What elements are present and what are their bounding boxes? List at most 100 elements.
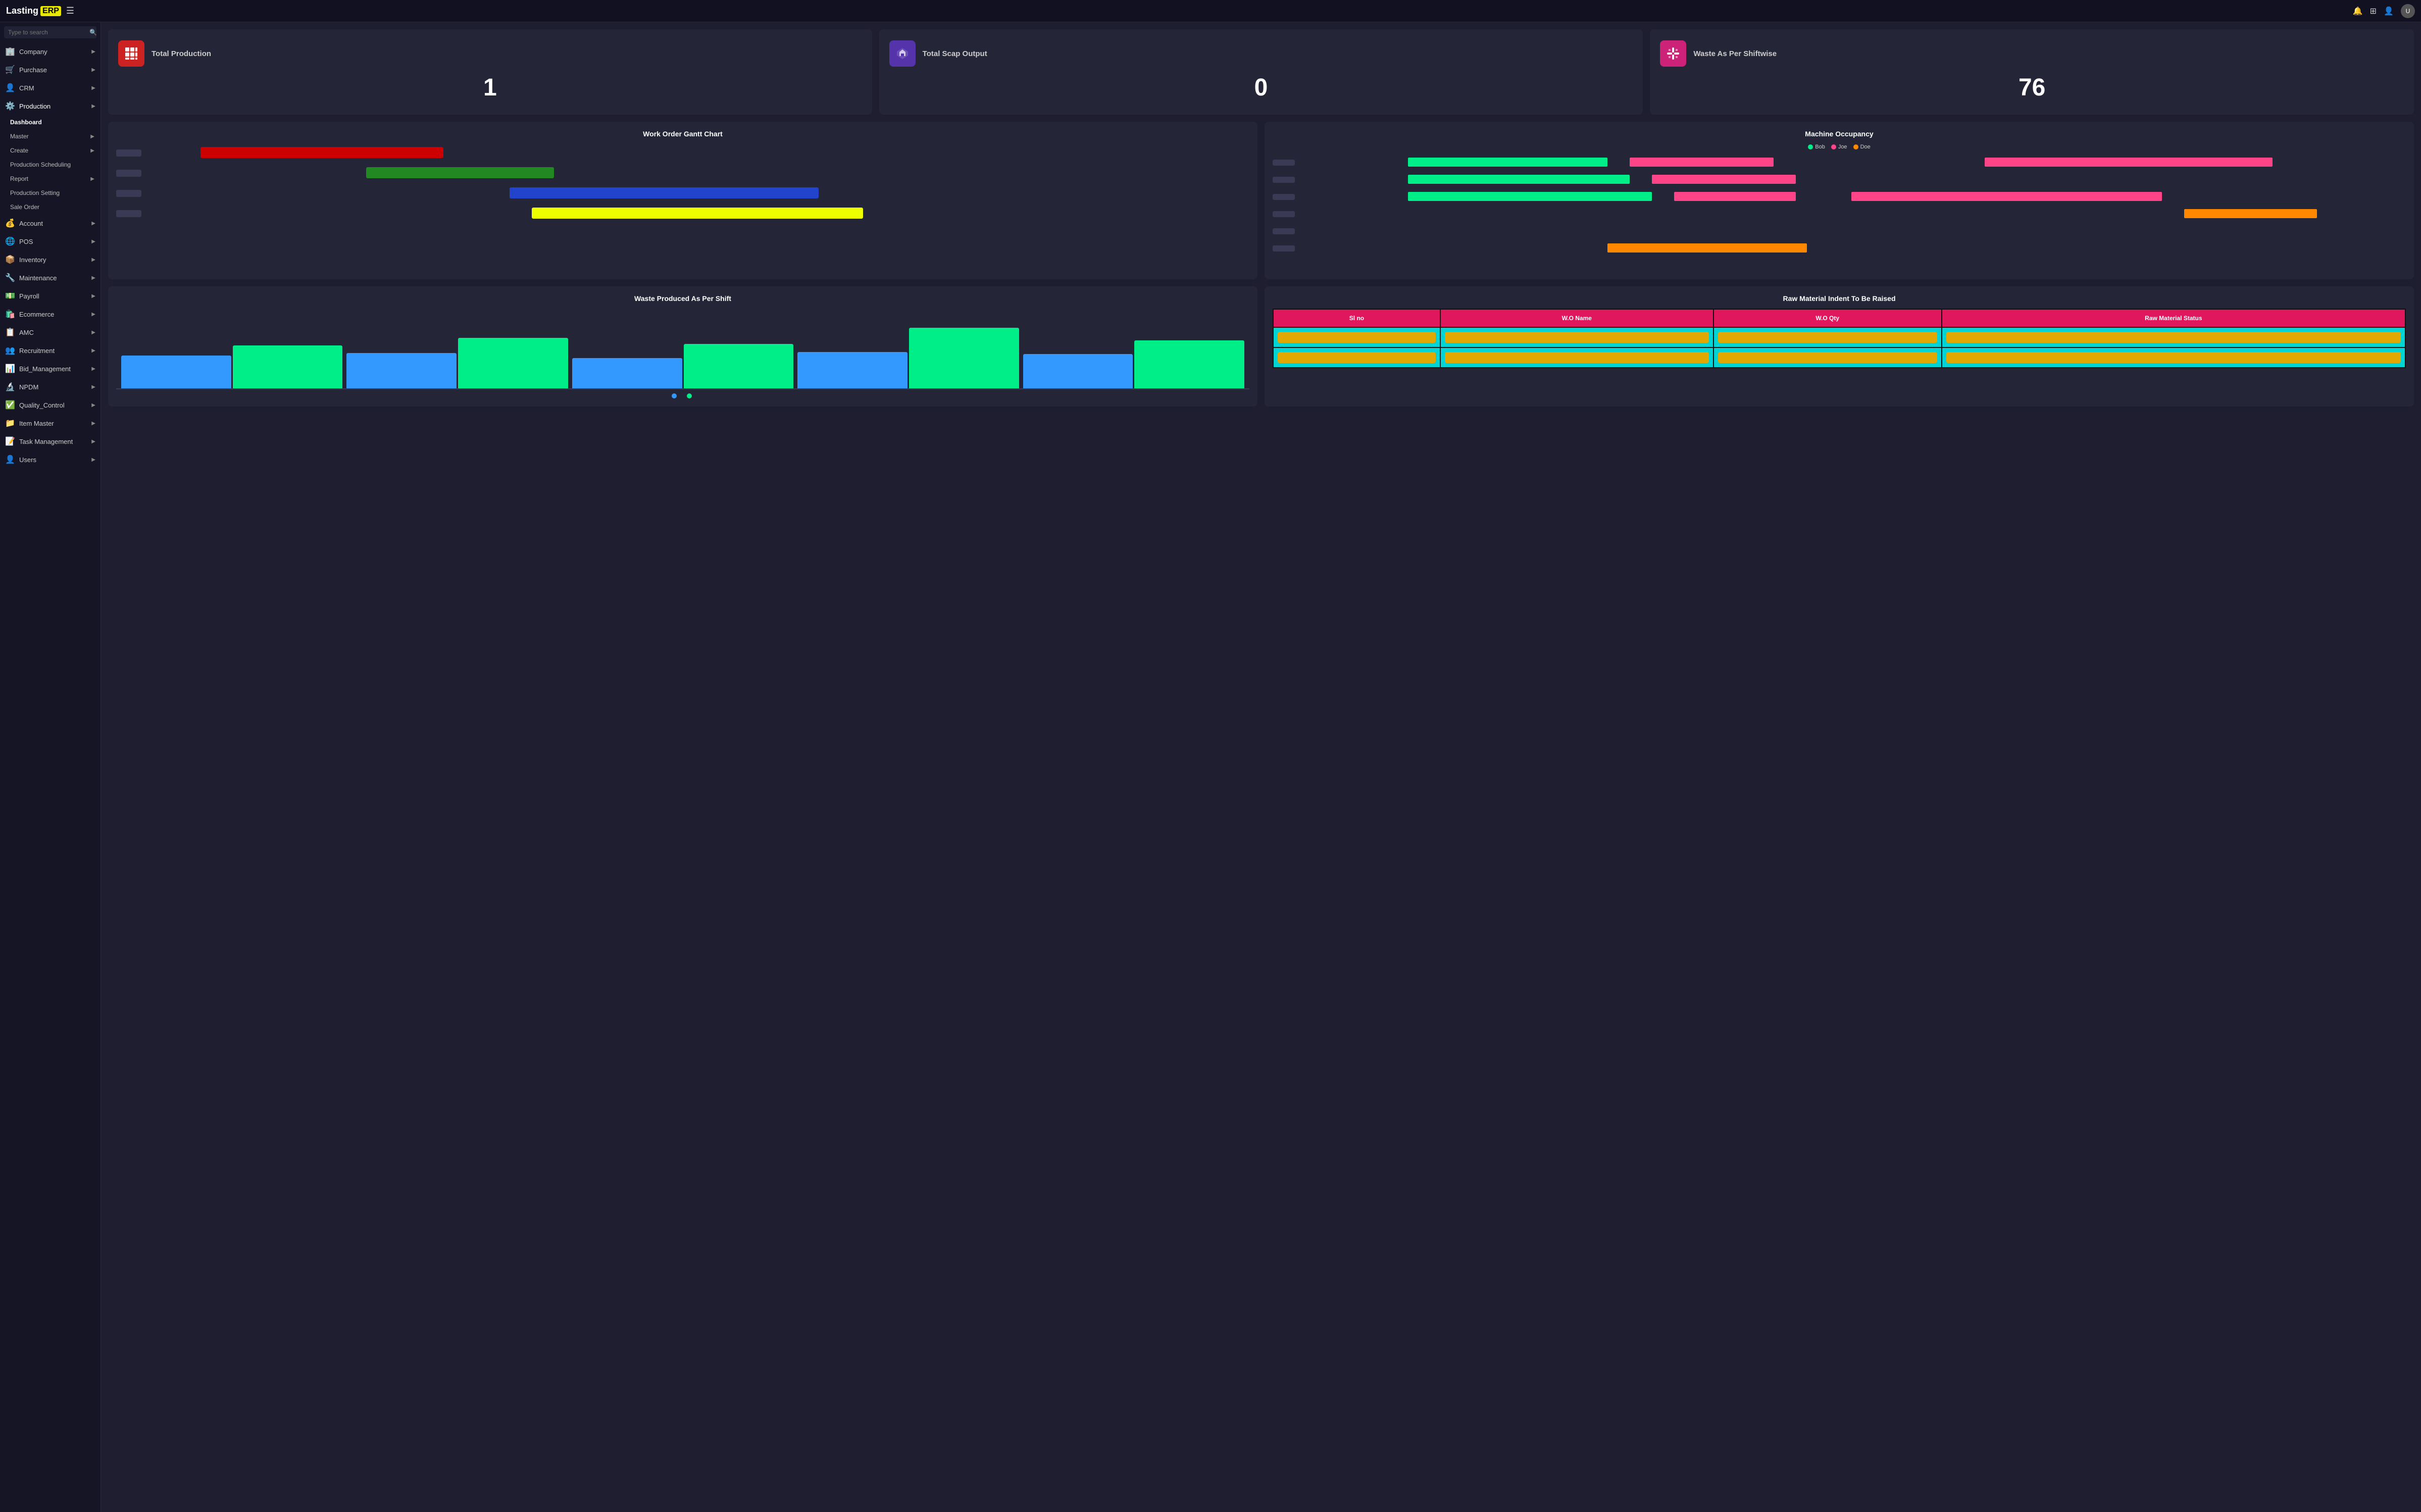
sidebar-item-quality[interactable]: ✅ Quality_Control ▶ <box>0 396 100 414</box>
gantt-track-4 <box>145 208 1249 220</box>
gantt-chart-card: Work Order Gantt Chart <box>108 122 1257 279</box>
purchase-icon: 🛒 <box>5 65 15 75</box>
sidebar-item-account[interactable]: 💰 Account ▶ <box>0 214 100 232</box>
gantt-bar-3 <box>510 187 819 198</box>
table-cell-2-1 <box>1273 347 1440 368</box>
table-cell-2-4 <box>1942 347 2405 368</box>
charts-row: Work Order Gantt Chart <box>108 122 2414 279</box>
sidebar-label-production: Production <box>19 103 51 110</box>
machine-track-5 <box>1297 226 2406 236</box>
bar-green-3 <box>684 344 794 388</box>
sidebar-item-recruitment[interactable]: 👥 Recruitment ▶ <box>0 341 100 360</box>
sidebar-label-company: Company <box>19 48 47 56</box>
sidebar-item-purchase[interactable]: 🛒 Purchase ▶ <box>0 61 100 79</box>
sidebar-label-account: Account <box>19 220 43 227</box>
sidebar-item-inventory[interactable]: 📦 Inventory ▶ <box>0 250 100 269</box>
total-production-icon <box>118 40 144 67</box>
sidebar-item-production[interactable]: ⚙️ Production ▶ <box>0 97 100 115</box>
account-icon: 💰 <box>5 218 15 228</box>
gantt-bar-1 <box>200 147 443 158</box>
sidebar-item-pos[interactable]: 🌐 POS ▶ <box>0 232 100 250</box>
sidebar-sub-report[interactable]: Report ▶ <box>0 172 100 186</box>
sidebar-item-npdm[interactable]: 🔬 NPDM ▶ <box>0 378 100 396</box>
machine-label-2 <box>1273 177 1295 183</box>
bar-group-2 <box>346 338 568 388</box>
sidebar-item-task[interactable]: 📝 Task Management ▶ <box>0 432 100 450</box>
sidebar-sub-create[interactable]: Create ▶ <box>0 143 100 158</box>
grid-icon[interactable]: ⊞ <box>2370 6 2377 16</box>
gantt-track-3 <box>145 187 1249 199</box>
company-icon: 🏢 <box>5 46 15 57</box>
bar-green-4 <box>909 328 1019 388</box>
sidebar-label-task: Task Management <box>19 438 73 445</box>
bar-green-5 <box>1134 340 1244 388</box>
task-icon: 📝 <box>5 436 15 446</box>
machine-label-3 <box>1273 194 1295 200</box>
stat-card-waste-shift: Waste As Per Shiftwise 76 <box>1650 29 2414 115</box>
table-cell-1-4 <box>1942 327 2405 347</box>
table-header-rmstatus: Raw Material Status <box>1942 309 2405 327</box>
machine-row-5 <box>1273 224 2406 239</box>
waste-chart-title: Waste Produced As Per Shift <box>116 294 1249 303</box>
search-bar[interactable]: 🔍 <box>4 26 96 38</box>
gantt-row-1 <box>116 144 1249 162</box>
sidebar-label-quality: Quality_Control <box>19 401 65 409</box>
legend-doe: Doe <box>1853 144 1871 150</box>
sidebar-label-ecommerce: Ecommerce <box>19 311 54 318</box>
sidebar-sub-prod-scheduling[interactable]: Production Scheduling <box>0 158 100 172</box>
sidebar-sub-prod-setting[interactable]: Production Setting <box>0 186 100 200</box>
sidebar-sub-master[interactable]: Master ▶ <box>0 129 100 143</box>
machine-label-4 <box>1273 211 1295 217</box>
maintenance-icon: 🔧 <box>5 273 15 283</box>
bell-icon[interactable]: 🔔 <box>2353 6 2363 16</box>
waste-chart-legend <box>116 393 1249 398</box>
raw-material-card: Raw Material Indent To Be Raised Sl no W… <box>1265 286 2414 407</box>
logo-erp: ERP <box>40 6 61 16</box>
hamburger-icon[interactable]: ☰ <box>66 6 74 16</box>
bar-group-4 <box>797 328 1019 388</box>
bar-green-2 <box>458 338 568 388</box>
sidebar-item-amc[interactable]: 📋 AMC ▶ <box>0 323 100 341</box>
sidebar-item-ecommerce[interactable]: 🛍️ Ecommerce ▶ <box>0 305 100 323</box>
machine-bar-1a <box>1408 158 1607 167</box>
machine-bar-6a <box>1607 243 1807 253</box>
search-input[interactable] <box>8 29 86 36</box>
machine-label-5 <box>1273 228 1295 234</box>
sidebar-label-npdm: NPDM <box>19 383 38 391</box>
machine-area <box>1273 155 2406 271</box>
sidebar-sub-dashboard[interactable]: Dashboard <box>0 115 100 129</box>
sidebar-item-maintenance[interactable]: 🔧 Maintenance ▶ <box>0 269 100 287</box>
gantt-bar-4 <box>532 208 863 219</box>
report-arrow: ▶ <box>90 176 94 182</box>
sidebar-label-maintenance: Maintenance <box>19 274 57 282</box>
users-icon: 👤 <box>5 455 15 465</box>
bar-group-1 <box>121 345 342 388</box>
pos-icon: 🌐 <box>5 236 15 246</box>
avatar[interactable]: U <box>2401 4 2415 18</box>
machine-bar-2b <box>1652 175 1796 184</box>
sidebar-item-company[interactable]: 🏢 Company ▶ <box>0 42 100 61</box>
sidebar-item-users[interactable]: 👤 Users ▶ <box>0 450 100 469</box>
sidebar-label-payroll: Payroll <box>19 292 39 300</box>
sidebar-item-crm[interactable]: 👤 CRM ▶ <box>0 79 100 97</box>
sidebar-sub-sale-order[interactable]: Sale Order <box>0 200 100 214</box>
machine-occupancy-title: Machine Occupancy <box>1273 130 2406 138</box>
machine-row-1 <box>1273 155 2406 170</box>
bar-blue-5 <box>1023 354 1133 388</box>
sidebar-item-item-master[interactable]: 📁 Item Master ▶ <box>0 414 100 432</box>
sidebar-label-recruitment: Recruitment <box>19 347 55 355</box>
table-header-woname: W.O Name <box>1440 309 1713 327</box>
production-arrow: ▶ <box>91 104 95 109</box>
sidebar-item-bid[interactable]: 📊 Bid_Management ▶ <box>0 360 100 378</box>
waste-shift-icon <box>1660 40 1686 67</box>
legend-joe: Joe <box>1831 144 1847 150</box>
machine-bar-1b <box>1630 158 1774 167</box>
machine-track-6 <box>1297 243 2406 254</box>
sidebar-item-payroll[interactable]: 💵 Payroll ▶ <box>0 287 100 305</box>
waste-shift-title: Waste As Per Shiftwise <box>1693 49 1777 58</box>
gantt-row-3 <box>116 184 1249 203</box>
gantt-chart-title: Work Order Gantt Chart <box>116 130 1249 138</box>
user-icon[interactable]: 👤 <box>2384 6 2394 16</box>
machine-occupancy-card: Machine Occupancy Bob Joe Doe <box>1265 122 2414 279</box>
table-cell-1-1 <box>1273 327 1440 347</box>
